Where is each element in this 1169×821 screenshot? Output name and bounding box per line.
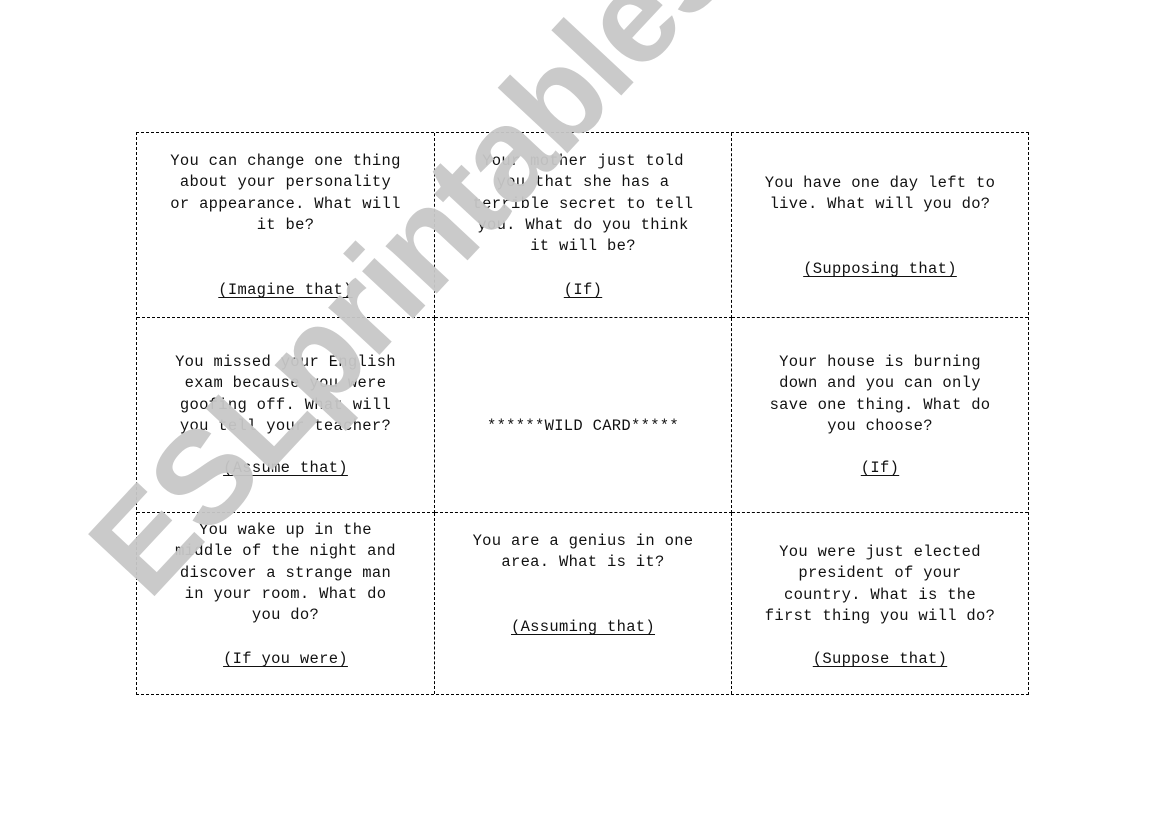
card-hint: (Assume that) [223, 459, 348, 477]
wild-card-label: ******WILD CARD***** [486, 417, 680, 435]
card-question: You wake up in the middle of the night a… [175, 521, 396, 625]
card-hint: (If) [860, 459, 900, 477]
card-hint: (Assuming that) [510, 618, 656, 636]
card-question: Your house is burning down and you can o… [769, 353, 991, 435]
card-question: You are a genius in one area. What is it… [472, 532, 694, 572]
card-question: You missed your English exam because you… [175, 353, 396, 435]
card-9: You were just elected president of your … [732, 513, 1028, 694]
card-1: You can change one thing about your pers… [137, 133, 435, 318]
card-question: You were just elected president of your … [764, 543, 996, 625]
card-hint: (If you were) [223, 650, 348, 668]
card-wild: ******WILD CARD***** [435, 318, 732, 513]
card-hint: (If) [563, 281, 603, 299]
card-hint: (Supposing that) [803, 260, 957, 278]
card-hint: (Suppose that) [812, 650, 948, 668]
card-6: Your house is burning down and you can o… [732, 318, 1028, 513]
card-2: Your mother just told you that she has a… [435, 133, 732, 318]
card-question: You have one day left to live. What will… [764, 174, 996, 214]
worksheet-page: You can change one thing about your pers… [0, 0, 1169, 821]
card-7: You wake up in the middle of the night a… [137, 513, 435, 694]
card-hint: (Imagine that) [218, 281, 353, 299]
card-8: You are a genius in one area. What is it… [435, 513, 732, 694]
card-question: Your mother just told you that she has a… [472, 152, 694, 256]
card-4: You missed your English exam because you… [137, 318, 435, 513]
card-3: You have one day left to live. What will… [732, 133, 1028, 318]
card-grid: You can change one thing about your pers… [136, 132, 1029, 695]
card-question: You can change one thing about your pers… [170, 152, 401, 234]
